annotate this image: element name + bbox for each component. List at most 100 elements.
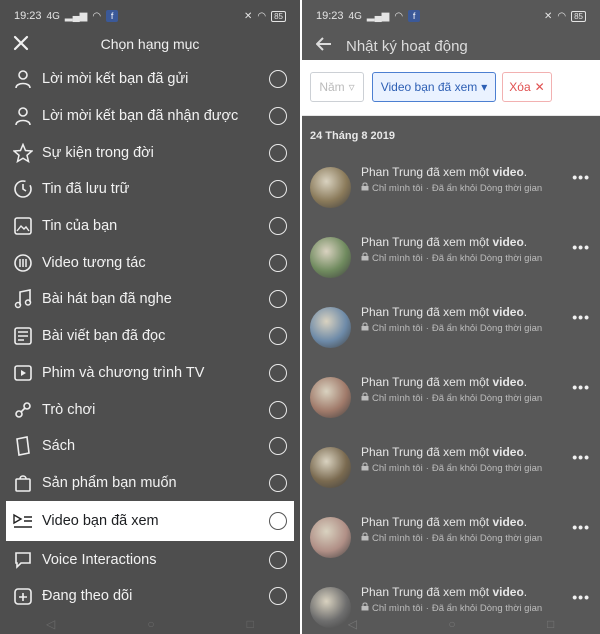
- category-item[interactable]: Lời mời kết bạn đã gửi: [0, 61, 300, 98]
- activity-item[interactable]: Phan Trung đã xem một video. Chỉ mình tôi…: [302, 293, 600, 363]
- actor-name[interactable]: Phan Trung: [361, 445, 423, 459]
- actor-name[interactable]: Phan Trung: [361, 375, 423, 389]
- category-radio[interactable]: [269, 512, 287, 531]
- category-item[interactable]: Đang theo dõi: [0, 578, 300, 615]
- more-options-icon[interactable]: •••: [572, 589, 590, 605]
- category-radio[interactable]: [269, 363, 287, 382]
- object-link[interactable]: video: [492, 375, 523, 389]
- category-radio[interactable]: [269, 180, 287, 199]
- object-link[interactable]: video: [492, 235, 523, 249]
- visibility-status: Đã ẩn khỏi Dòng thời gian: [431, 393, 543, 404]
- nav-back-icon[interactable]: ◁: [348, 617, 357, 631]
- actor-name[interactable]: Phan Trung: [361, 515, 423, 529]
- activity-item[interactable]: Phan Trung đã xem một video. Chỉ mình tôi…: [302, 503, 600, 573]
- category-item[interactable]: Trò chơi: [0, 391, 300, 428]
- actor-name[interactable]: Phan Trung: [361, 165, 423, 179]
- video-thumbnail[interactable]: [310, 167, 351, 208]
- category-item[interactable]: Sản phẩm bạn muốn: [0, 465, 300, 502]
- book-icon: [12, 435, 34, 457]
- category-radio[interactable]: [269, 217, 287, 236]
- category-item[interactable]: Tin của bạn: [0, 208, 300, 245]
- actor-name[interactable]: Phan Trung: [361, 585, 423, 599]
- lock-icon: [361, 182, 369, 196]
- video-thumbnail[interactable]: [310, 447, 351, 488]
- category-radio[interactable]: [269, 290, 287, 309]
- category-item[interactable]: Sự kiện trong đời: [0, 134, 300, 171]
- more-options-icon[interactable]: •••: [572, 519, 590, 535]
- category-item[interactable]: Tin đã lưu trữ: [0, 171, 300, 208]
- category-radio[interactable]: [269, 400, 287, 419]
- wifi-status-icon: ◠: [557, 10, 567, 22]
- signal-icon: ▂▄▆: [366, 10, 390, 22]
- nav-recent-icon[interactable]: □: [547, 617, 554, 631]
- activity-text: Phan Trung đã xem một video. Chỉ mình tôi…: [361, 304, 571, 336]
- object-link[interactable]: video: [492, 305, 523, 319]
- category-item[interactable]: Lời mời kết bạn đã nhận được: [0, 98, 300, 135]
- page-title: Nhật ký hoạt động: [346, 37, 468, 55]
- activity-log-panel: 19:23 4G ▂▄▆ ◠ f ✕ ◠ 85 Nhật ký hoạt độn…: [302, 0, 600, 634]
- category-radio[interactable]: [269, 253, 287, 272]
- meta-separator: ·: [425, 183, 429, 194]
- activity-item[interactable]: Phan Trung đã xem một video. Chỉ mình tôi…: [302, 223, 600, 293]
- privacy-label: Chỉ mình tôi: [372, 533, 423, 544]
- category-label: Sản phẩm bạn muốn: [42, 474, 177, 491]
- wifi-status-icon: ◠: [257, 10, 267, 22]
- object-link[interactable]: video: [492, 515, 523, 529]
- object-link[interactable]: video: [492, 585, 523, 599]
- video-thumbnail[interactable]: [310, 237, 351, 278]
- nav-back-icon[interactable]: ◁: [46, 617, 55, 631]
- category-item[interactable]: Video bạn đã xem: [6, 501, 294, 542]
- nav-home-icon[interactable]: ○: [448, 617, 455, 631]
- more-options-icon[interactable]: •••: [572, 169, 590, 185]
- nav-home-icon[interactable]: ○: [147, 617, 154, 631]
- category-item[interactable]: Sách: [0, 428, 300, 465]
- activity-log-header: Nhật ký hoạt động: [302, 32, 600, 60]
- category-item[interactable]: Bài viết bạn đã đọc: [0, 318, 300, 355]
- category-radio[interactable]: [269, 143, 287, 162]
- video-thumbnail[interactable]: [310, 377, 351, 418]
- year-filter-button[interactable]: Năm ▿: [310, 72, 364, 102]
- nav-recent-icon[interactable]: □: [247, 617, 254, 631]
- activity-description: Phan Trung đã xem một video.: [361, 235, 528, 249]
- actor-name[interactable]: Phan Trung: [361, 305, 423, 319]
- object-link[interactable]: video: [492, 165, 523, 179]
- category-filter-button[interactable]: Video bạn đã xem ▾: [372, 72, 496, 102]
- object-link[interactable]: video: [492, 445, 523, 459]
- activity-item[interactable]: Phan Trung đã xem một video. Chỉ mình tôi…: [302, 433, 600, 503]
- video-list-icon: [12, 510, 34, 532]
- activity-item[interactable]: Phan Trung đã xem một video. Chỉ mình tôi…: [302, 363, 600, 433]
- category-radio[interactable]: [269, 587, 287, 606]
- category-label: Trò chơi: [42, 401, 96, 418]
- category-radio[interactable]: [269, 437, 287, 456]
- follow-icon: [12, 585, 34, 607]
- more-options-icon[interactable]: •••: [572, 449, 590, 465]
- close-icon[interactable]: [12, 34, 30, 52]
- privacy-label: Chỉ mình tôi: [372, 463, 423, 474]
- category-radio[interactable]: [269, 550, 287, 569]
- privacy-label: Chỉ mình tôi: [372, 183, 423, 194]
- meta-separator: ·: [425, 323, 429, 334]
- category-item[interactable]: Phim và chương trình TV: [0, 355, 300, 392]
- back-arrow-icon[interactable]: [315, 36, 332, 56]
- category-radio[interactable]: [269, 327, 287, 346]
- video-thumbnail[interactable]: [310, 517, 351, 558]
- actor-name[interactable]: Phan Trung: [361, 235, 423, 249]
- clear-filter-button[interactable]: Xóa ✕: [502, 72, 552, 102]
- video-thumbnail[interactable]: [310, 307, 351, 348]
- activity-description: Phan Trung đã xem một video.: [361, 375, 528, 389]
- activity-text: Phan Trung đã xem một video. Chỉ mình tôi…: [361, 234, 571, 266]
- category-item[interactable]: Voice Interactions: [0, 541, 300, 578]
- more-options-icon[interactable]: •••: [572, 379, 590, 395]
- category-label: Đang theo dõi: [42, 588, 133, 605]
- category-radio[interactable]: [269, 70, 287, 89]
- more-options-icon[interactable]: •••: [572, 239, 590, 255]
- category-item[interactable]: Video tương tác: [0, 244, 300, 281]
- category-label: Voice Interactions: [42, 551, 157, 568]
- category-radio[interactable]: [269, 107, 287, 126]
- more-options-icon[interactable]: •••: [572, 309, 590, 325]
- activity-item[interactable]: Phan Trung đã xem một video. Chỉ mình tôi…: [302, 153, 600, 223]
- category-label: Sách: [42, 438, 76, 455]
- activity-text: Phan Trung đã xem một video. Chỉ mình tôi…: [361, 584, 571, 616]
- category-item[interactable]: Bài hát bạn đã nghe: [0, 281, 300, 318]
- category-radio[interactable]: [269, 473, 287, 492]
